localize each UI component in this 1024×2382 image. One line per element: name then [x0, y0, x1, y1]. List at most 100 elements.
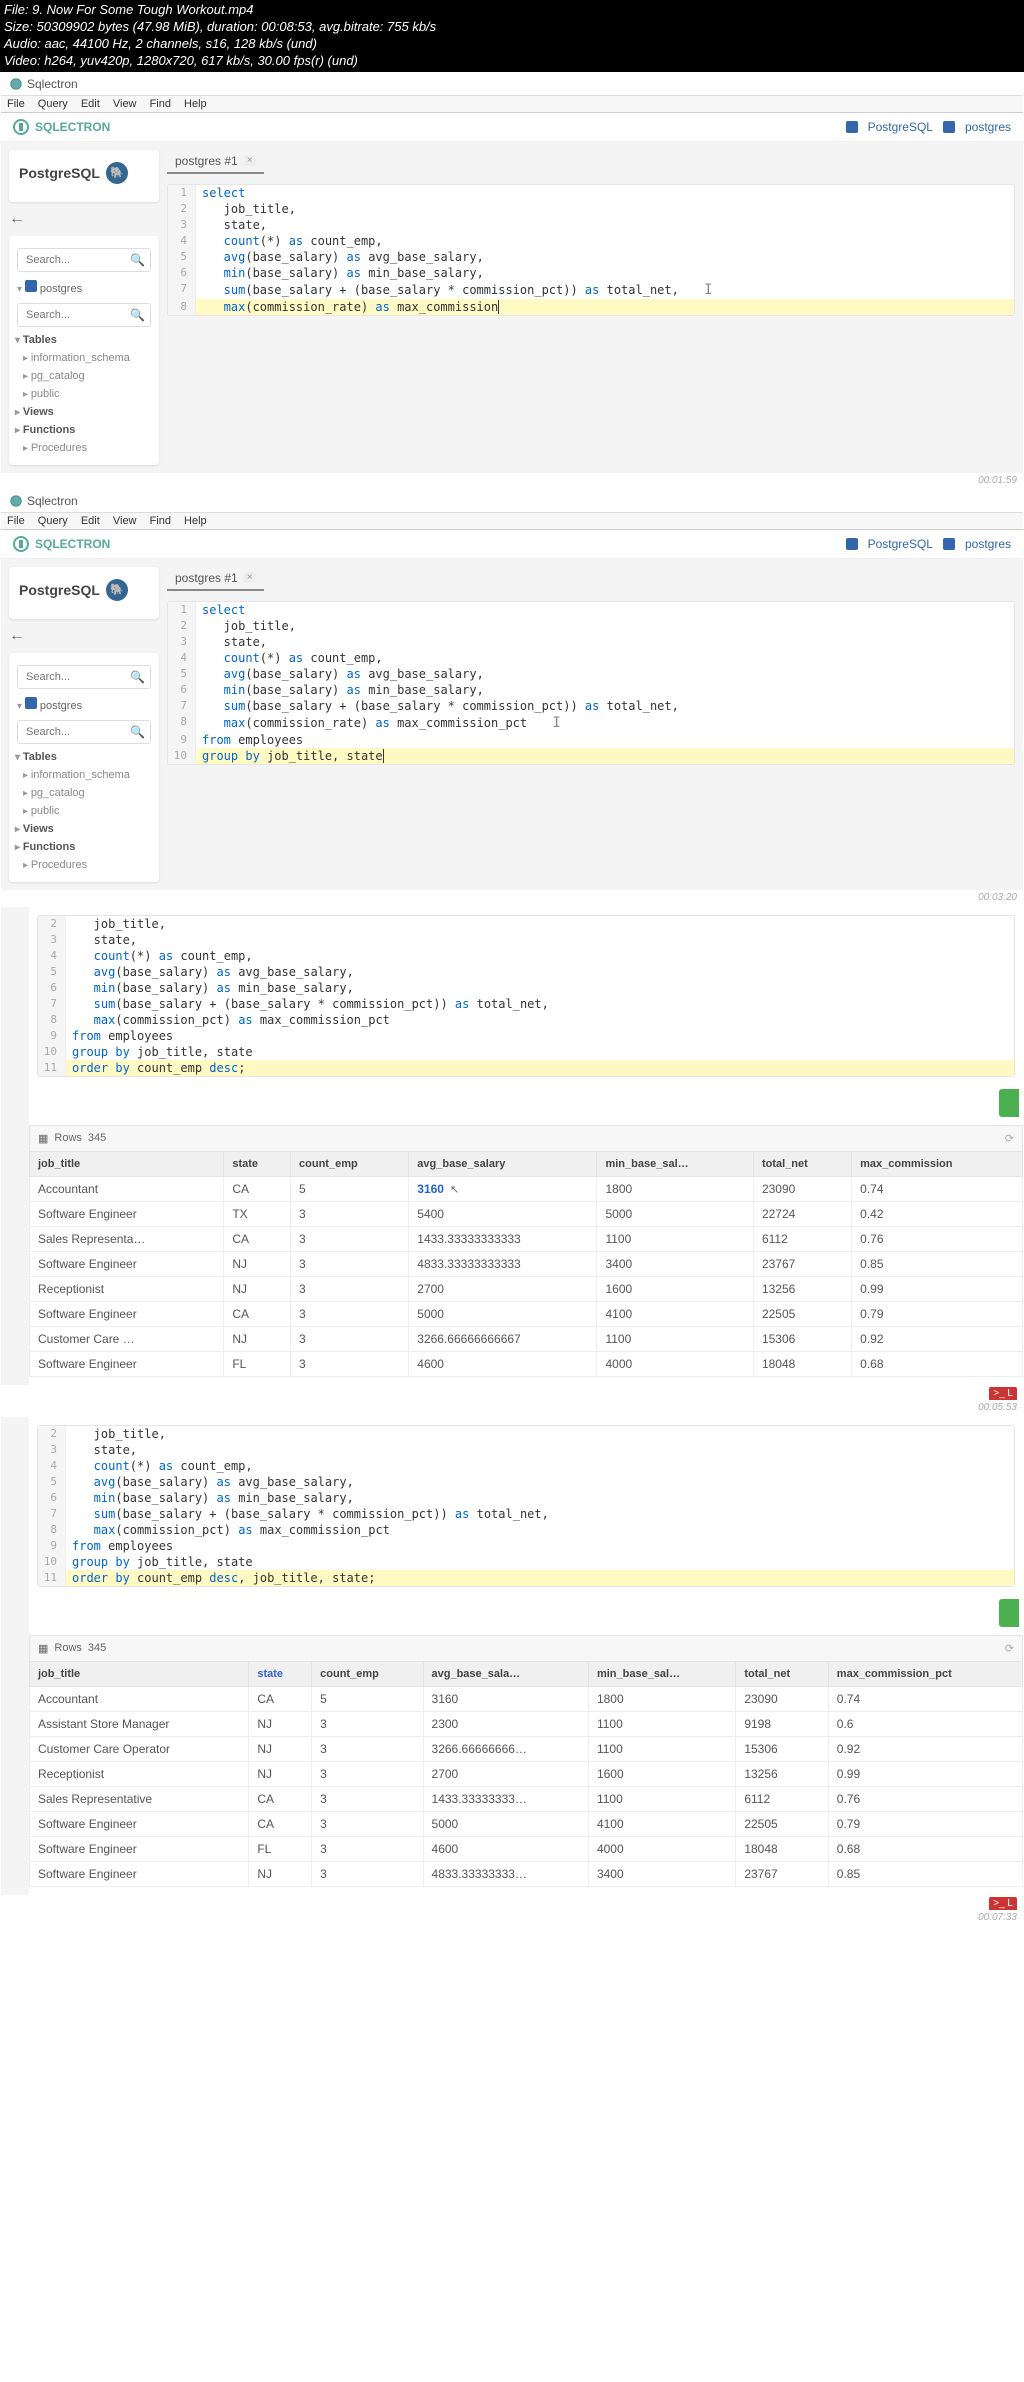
editor-line[interactable]: 6 min(base_salary) as min_base_salary,	[38, 980, 1014, 996]
editor-line[interactable]: 1select	[168, 185, 1014, 201]
table-cell[interactable]: CA	[224, 1226, 291, 1251]
table-cell[interactable]: 3	[312, 1786, 423, 1811]
back-arrow-icon[interactable]: ←	[9, 210, 167, 228]
table-cell[interactable]: 0.79	[828, 1811, 1022, 1836]
table-cell[interactable]: 4100	[588, 1811, 735, 1836]
editor-line[interactable]: 9from employees	[38, 1028, 1014, 1044]
column-header[interactable]: total_net	[753, 1151, 851, 1176]
code-content[interactable]: max(commission_pct) as max_commission_pc…	[66, 1012, 1014, 1028]
editor-line[interactable]: 8 max(commission_pct) as max_commission_…	[38, 1522, 1014, 1538]
code-content[interactable]: count(*) as count_emp,	[66, 948, 1014, 964]
menu-help[interactable]: Help	[184, 515, 207, 527]
editor-line[interactable]: 5 avg(base_salary) as avg_base_salary,	[38, 1474, 1014, 1490]
code-content[interactable]: from employees	[66, 1538, 1014, 1554]
table-cell[interactable]: 3400	[588, 1861, 735, 1886]
table-cell[interactable]: 18048	[736, 1836, 828, 1861]
table-cell[interactable]: Software Engineer	[30, 1861, 249, 1886]
table-cell[interactable]: Software Engineer	[30, 1351, 224, 1376]
table-cell[interactable]: 0.85	[852, 1251, 1023, 1276]
table-cell[interactable]: NJ	[249, 1736, 312, 1761]
table-cell[interactable]: 0.99	[852, 1276, 1023, 1301]
editor-line[interactable]: 10group by job_title, state	[168, 748, 1014, 764]
editor-line[interactable]: 6 min(base_salary) as min_base_salary,	[38, 1490, 1014, 1506]
table-cell[interactable]: 3	[312, 1761, 423, 1786]
editor-line[interactable]: 5 avg(base_salary) as avg_base_salary,	[168, 249, 1014, 265]
table-cell[interactable]: 3	[291, 1251, 409, 1276]
procedures-category[interactable]: Procedures	[9, 856, 159, 874]
code-content[interactable]: from employees	[66, 1028, 1014, 1044]
table-cell[interactable]: 18048	[753, 1351, 851, 1376]
code-content[interactable]: group by job_title, state	[66, 1554, 1014, 1570]
table-cell[interactable]: 3	[312, 1711, 423, 1736]
code-content[interactable]: state,	[196, 217, 1014, 233]
table-row[interactable]: ReceptionistNJ327001600132560.99	[30, 1761, 1023, 1786]
menu-find[interactable]: Find	[150, 98, 171, 110]
code-content[interactable]: from employees	[196, 732, 1014, 748]
table-cell[interactable]: 5	[312, 1686, 423, 1711]
code-content[interactable]: group by job_title, state	[196, 748, 1014, 764]
table-cell[interactable]: TX	[224, 1201, 291, 1226]
code-content[interactable]: sum(base_salary + (base_salary * commiss…	[196, 698, 1014, 714]
editor-line[interactable]: 11order by count_emp desc, job_title, st…	[38, 1570, 1014, 1586]
table-cell[interactable]: 23767	[753, 1251, 851, 1276]
table-cell[interactable]: 0.6	[828, 1711, 1022, 1736]
close-icon[interactable]: ×	[244, 155, 256, 166]
table-cell[interactable]: 4833.33333333…	[423, 1861, 588, 1886]
sidebar-item-information-schema[interactable]: information_schema	[9, 766, 159, 784]
menu-file[interactable]: File	[7, 98, 25, 110]
editor-line[interactable]: 2 job_title,	[168, 618, 1014, 634]
table-cell[interactable]: NJ	[224, 1251, 291, 1276]
back-arrow-icon[interactable]: ←	[9, 627, 167, 645]
code-content[interactable]: job_title,	[66, 1426, 1014, 1442]
terminal-tab[interactable]: >_ L	[989, 1897, 1017, 1910]
table-cell[interactable]: 4600	[423, 1836, 588, 1861]
menu-view[interactable]: View	[113, 98, 137, 110]
table-cell[interactable]: 3400	[597, 1251, 753, 1276]
code-content[interactable]: count(*) as count_emp,	[196, 233, 1014, 249]
sidebar-item-information-schema[interactable]: information_schema	[9, 349, 159, 367]
code-content[interactable]: avg(base_salary) as avg_base_salary,	[66, 1474, 1014, 1490]
table-cell[interactable]: 1600	[597, 1276, 753, 1301]
editor-line[interactable]: 7 sum(base_salary + (base_salary * commi…	[168, 698, 1014, 714]
table-cell[interactable]: 1100	[588, 1736, 735, 1761]
sql-editor[interactable]: 1select2 job_title,3 state,4 count(*) as…	[167, 601, 1015, 765]
table-cell[interactable]: 3	[291, 1326, 409, 1351]
table-cell[interactable]: 23090	[753, 1176, 851, 1201]
column-header[interactable]: job_title	[30, 1661, 249, 1686]
table-cell[interactable]: 15306	[736, 1736, 828, 1761]
table-cell[interactable]: Sales Representative	[30, 1786, 249, 1811]
column-header[interactable]: min_base_sal…	[597, 1151, 753, 1176]
table-cell[interactable]: CA	[249, 1786, 312, 1811]
menu-view[interactable]: View	[113, 515, 137, 527]
table-cell[interactable]: 3	[312, 1736, 423, 1761]
tables-category[interactable]: Tables	[9, 748, 159, 766]
editor-line[interactable]: 7 sum(base_salary + (base_salary * commi…	[38, 1506, 1014, 1522]
table-cell[interactable]: 5000	[597, 1201, 753, 1226]
table-row[interactable]: AccountantCA53160↖1800230900.74	[30, 1176, 1023, 1201]
code-content[interactable]: max(commission_pct) as max_commission_pc…	[66, 1522, 1014, 1538]
table-cell[interactable]: 5	[291, 1176, 409, 1201]
editor-line[interactable]: 4 count(*) as count_emp,	[38, 1458, 1014, 1474]
table-cell[interactable]: 2300	[423, 1711, 588, 1736]
code-content[interactable]: min(base_salary) as min_base_salary,	[196, 265, 1014, 281]
editor-line[interactable]: 1select	[168, 602, 1014, 618]
table-cell[interactable]: 2700	[409, 1276, 597, 1301]
table-cell[interactable]: NJ	[249, 1711, 312, 1736]
table-cell[interactable]: 13256	[753, 1276, 851, 1301]
editor-line[interactable]: 8 max(commission_rate) as max_commission	[168, 299, 1014, 315]
refresh-icon[interactable]: ⟳	[1005, 1642, 1014, 1655]
code-content[interactable]: state,	[196, 634, 1014, 650]
code-content[interactable]: min(base_salary) as min_base_salary,	[66, 1490, 1014, 1506]
table-cell[interactable]: NJ	[249, 1761, 312, 1786]
menu-query[interactable]: Query	[38, 98, 68, 110]
table-cell[interactable]: 13256	[736, 1761, 828, 1786]
table-cell[interactable]: 0.74	[852, 1176, 1023, 1201]
table-row[interactable]: Software EngineerNJ34833.333333333333400…	[30, 1251, 1023, 1276]
column-header[interactable]: max_commission_pct	[828, 1661, 1022, 1686]
table-row[interactable]: Assistant Store ManagerNJ32300110091980.…	[30, 1711, 1023, 1736]
editor-line[interactable]: 3 state,	[38, 1442, 1014, 1458]
table-cell[interactable]: CA	[224, 1301, 291, 1326]
editor-line[interactable]: 4 count(*) as count_emp,	[38, 948, 1014, 964]
table-cell[interactable]: Software Engineer	[30, 1811, 249, 1836]
table-cell[interactable]: 0.99	[828, 1761, 1022, 1786]
